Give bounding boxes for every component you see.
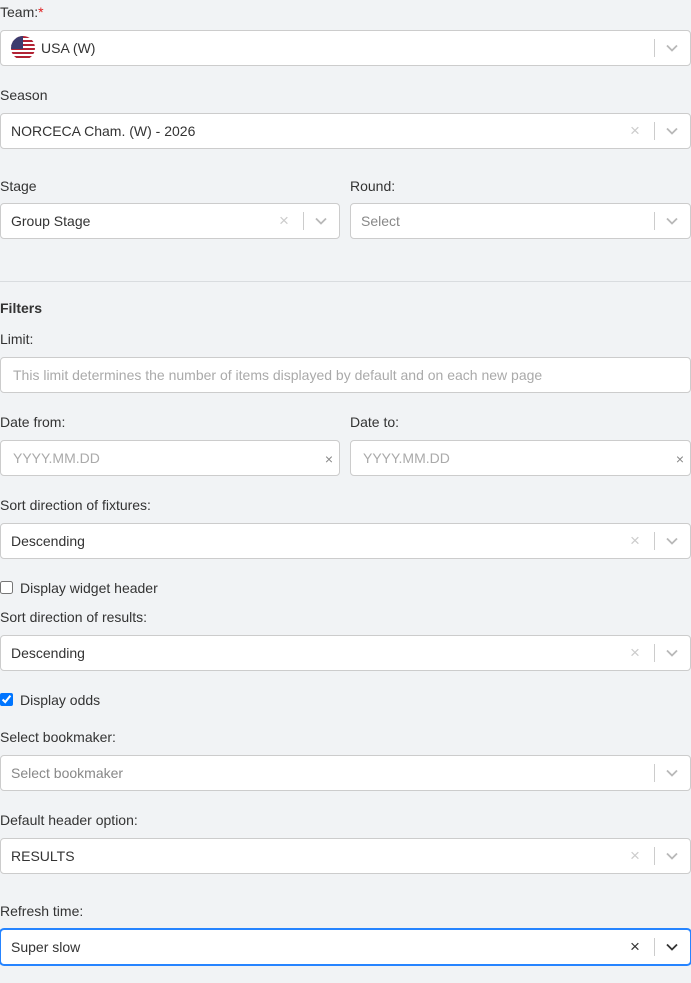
chevron-down-icon[interactable] (665, 535, 679, 547)
clear-icon[interactable]: × (275, 204, 293, 238)
round-placeholder: Select (361, 213, 400, 229)
refresh-select[interactable]: Super slow × (0, 929, 691, 965)
sort-results-label: Sort direction of results: (0, 609, 148, 625)
sort-results-select[interactable]: Descending × (0, 635, 691, 671)
clear-icon[interactable]: × (626, 839, 644, 873)
chevron-down-icon[interactable] (665, 125, 679, 137)
date-to-input[interactable] (351, 441, 690, 475)
chevron-down-icon[interactable] (665, 941, 679, 953)
season-select[interactable]: NORCECA Cham. (W) - 2026 × (0, 113, 691, 149)
section-divider (0, 281, 691, 282)
bookmaker-placeholder: Select bookmaker (11, 765, 124, 781)
clear-icon[interactable]: × (676, 441, 684, 477)
sort-results-value: Descending (11, 645, 85, 661)
clear-icon[interactable]: × (626, 636, 644, 670)
chevron-down-icon[interactable] (665, 767, 679, 779)
clear-icon[interactable]: × (626, 524, 644, 558)
filters-heading: Filters (0, 300, 43, 316)
team-label: Team:* (0, 3, 44, 21)
separator (654, 532, 655, 550)
round-select[interactable]: Select (350, 203, 691, 239)
clear-icon[interactable]: × (325, 441, 333, 477)
header-option-select[interactable]: RESULTS × (0, 838, 691, 874)
date-from-input[interactable] (1, 441, 339, 475)
clear-icon[interactable]: × (626, 930, 644, 964)
separator (654, 212, 655, 230)
chevron-down-icon[interactable] (665, 215, 679, 227)
limit-input[interactable] (1, 358, 690, 392)
separator (654, 644, 655, 662)
bookmaker-select[interactable]: Select bookmaker (0, 755, 691, 791)
limit-label: Limit: (0, 331, 34, 347)
date-to-label: Date to: (350, 414, 400, 430)
bookmaker-label: Select bookmaker: (0, 729, 116, 745)
team-value: USA (W) (41, 40, 96, 56)
display-header-checkbox[interactable] (0, 581, 13, 594)
display-odds-label[interactable]: Display odds (20, 691, 100, 709)
chevron-down-icon[interactable] (665, 850, 679, 862)
season-value: NORCECA Cham. (W) - 2026 (11, 123, 196, 139)
separator (654, 764, 655, 782)
separator (654, 847, 655, 865)
sort-fixtures-label: Sort direction of fixtures: (0, 497, 151, 513)
separator (303, 212, 304, 230)
season-label: Season (0, 87, 48, 103)
date-from-label: Date from: (0, 414, 66, 430)
sort-fixtures-value: Descending (11, 533, 85, 549)
clear-icon[interactable]: × (626, 114, 644, 148)
date-to-field[interactable]: × (350, 440, 691, 476)
required-mark: * (38, 4, 44, 20)
refresh-value: Super slow (11, 939, 81, 955)
stage-select[interactable]: Group Stage × (0, 203, 340, 239)
separator (654, 938, 655, 956)
stage-value: Group Stage (11, 213, 91, 229)
date-from-field[interactable]: × (0, 440, 340, 476)
chevron-down-icon[interactable] (314, 215, 328, 227)
display-odds-checkbox[interactable] (0, 693, 13, 706)
header-option-value: RESULTS (11, 848, 75, 864)
display-header-label[interactable]: Display widget header (20, 579, 158, 597)
separator (654, 39, 655, 57)
separator (654, 122, 655, 140)
header-option-label: Default header option: (0, 812, 138, 828)
sort-fixtures-select[interactable]: Descending × (0, 523, 691, 559)
limit-field[interactable] (0, 357, 691, 393)
stage-label: Stage (0, 178, 37, 194)
round-label: Round: (350, 178, 396, 194)
usa-flag-icon (11, 36, 35, 60)
chevron-down-icon[interactable] (665, 647, 679, 659)
refresh-label: Refresh time: (0, 903, 84, 919)
chevron-down-icon[interactable] (665, 42, 679, 54)
team-label-text: Team: (0, 4, 39, 20)
team-select[interactable]: USA (W) (0, 30, 691, 66)
